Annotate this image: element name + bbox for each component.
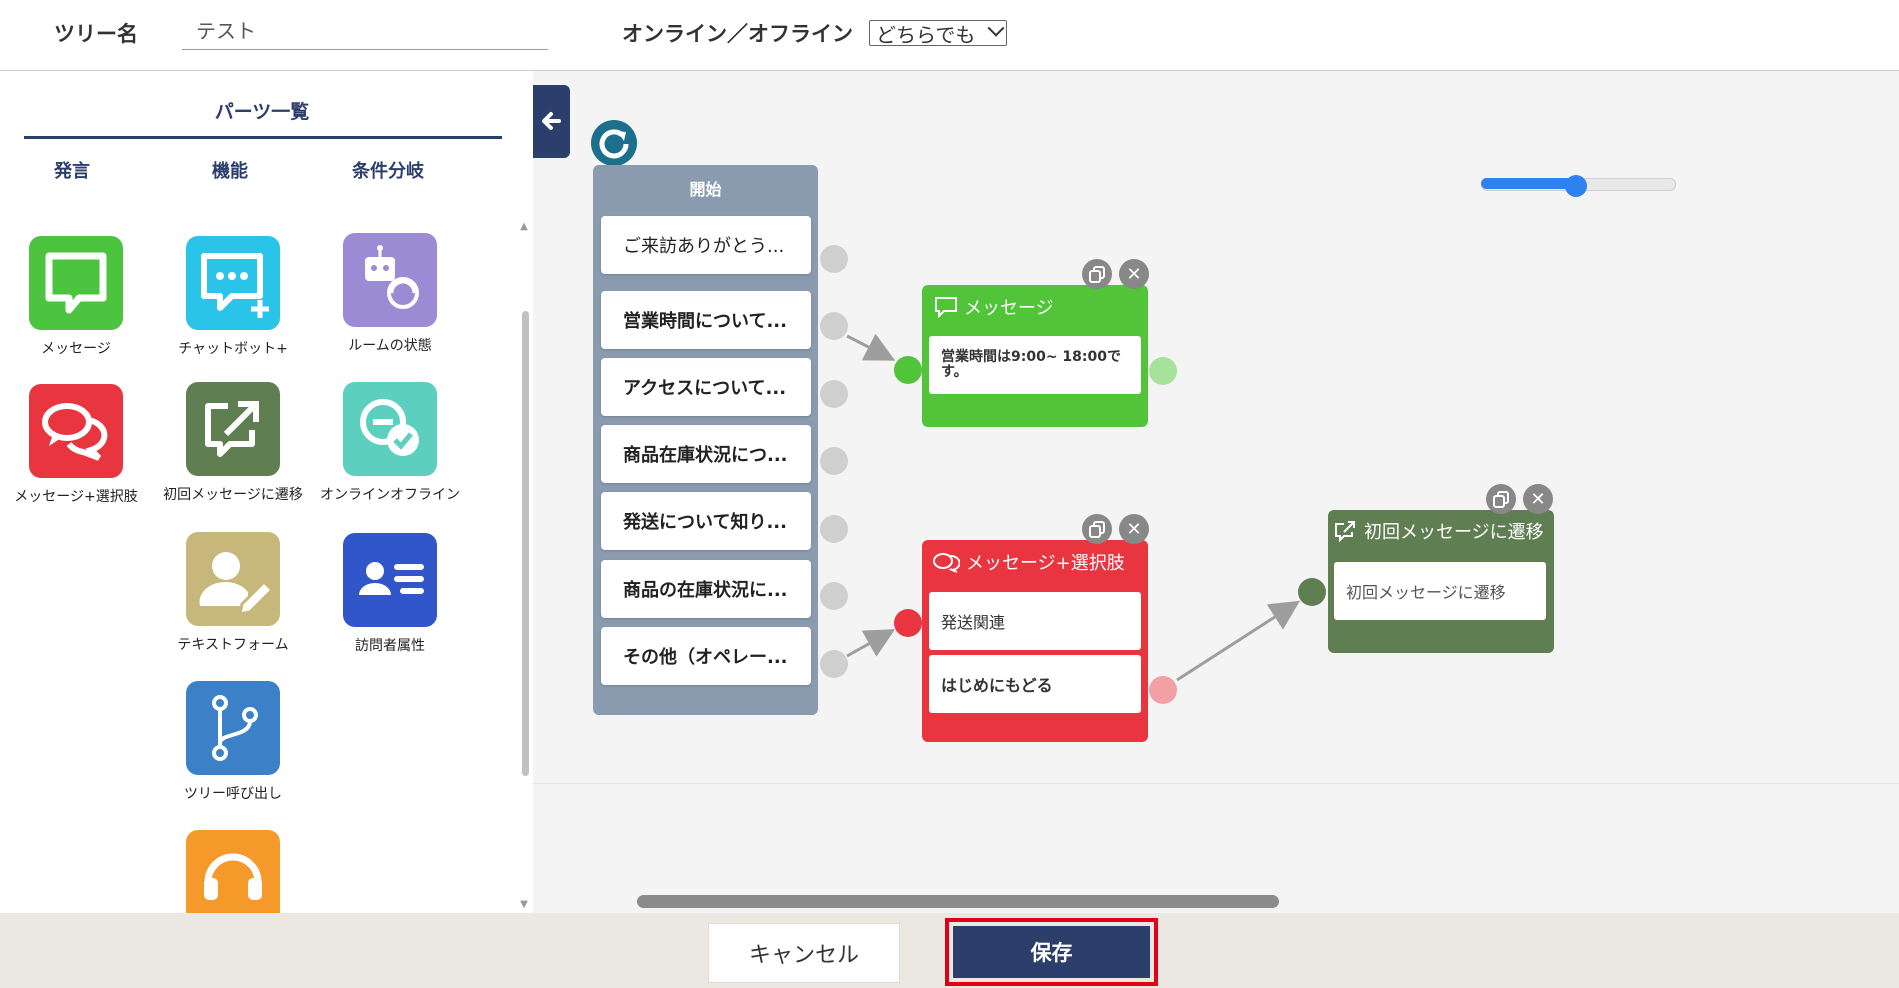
close-icon[interactable]: ✕ [1119,259,1149,289]
connector-lines [846,333,1301,682]
start-item[interactable]: ご来訪ありがとう... [601,216,811,274]
speech-bubble-icon [935,297,957,318]
copy-icon[interactable] [1486,484,1516,514]
output-port[interactable] [820,312,848,340]
input-port[interactable] [894,356,922,384]
close-icon[interactable]: ✕ [1523,484,1553,514]
copy-icon[interactable] [1082,259,1112,289]
start-item[interactable]: アクセスについて... [601,358,811,416]
output-port[interactable] [820,380,848,408]
start-item[interactable]: 発送について知り... [601,492,811,550]
transition-node-body[interactable]: 初回メッセージに遷移 [1334,562,1546,620]
message-node-title: メッセージ [964,298,1054,319]
output-port[interactable] [1149,676,1177,704]
choice-option[interactable]: はじめにもどる [929,655,1141,713]
transition-node-header: 初回メッセージに遷移 [1334,518,1544,544]
start-item[interactable]: 営業時間について... [601,291,811,349]
output-port[interactable] [820,515,848,543]
cancel-button[interactable]: キャンセル [708,923,900,983]
output-port[interactable] [1149,357,1177,385]
input-port[interactable] [894,609,922,637]
message-node-header: メッセージ [934,294,1054,320]
start-item[interactable]: その他（オペレー... [601,627,811,685]
close-icon[interactable]: ✕ [1119,514,1149,544]
double-bubble-icon [933,553,960,573]
message-node-body[interactable]: 営業時間は9:00~ 18:00です。 [929,336,1141,394]
start-item[interactable]: 商品の在庫状況に... [601,560,811,618]
save-button[interactable]: 保存 [953,926,1150,978]
start-node-title: 開始 [689,180,722,199]
copy-icon[interactable] [1082,514,1112,544]
choice-node-title: メッセージ+選択肢 [966,553,1125,574]
canvas-horizontal-scrollbar[interactable] [637,895,1279,908]
output-port[interactable] [820,582,848,610]
output-port[interactable] [820,245,848,273]
transition-node-title: 初回メッセージに遷移 [1364,522,1544,543]
output-port[interactable] [820,447,848,475]
start-item[interactable]: 商品在庫状況につ... [601,425,811,483]
input-port[interactable] [1298,578,1326,606]
external-link-icon [1335,521,1355,542]
output-port[interactable] [820,650,848,678]
choice-node-header: メッセージ+選択肢 [932,549,1125,575]
choice-option[interactable]: 発送関連 [929,592,1141,650]
